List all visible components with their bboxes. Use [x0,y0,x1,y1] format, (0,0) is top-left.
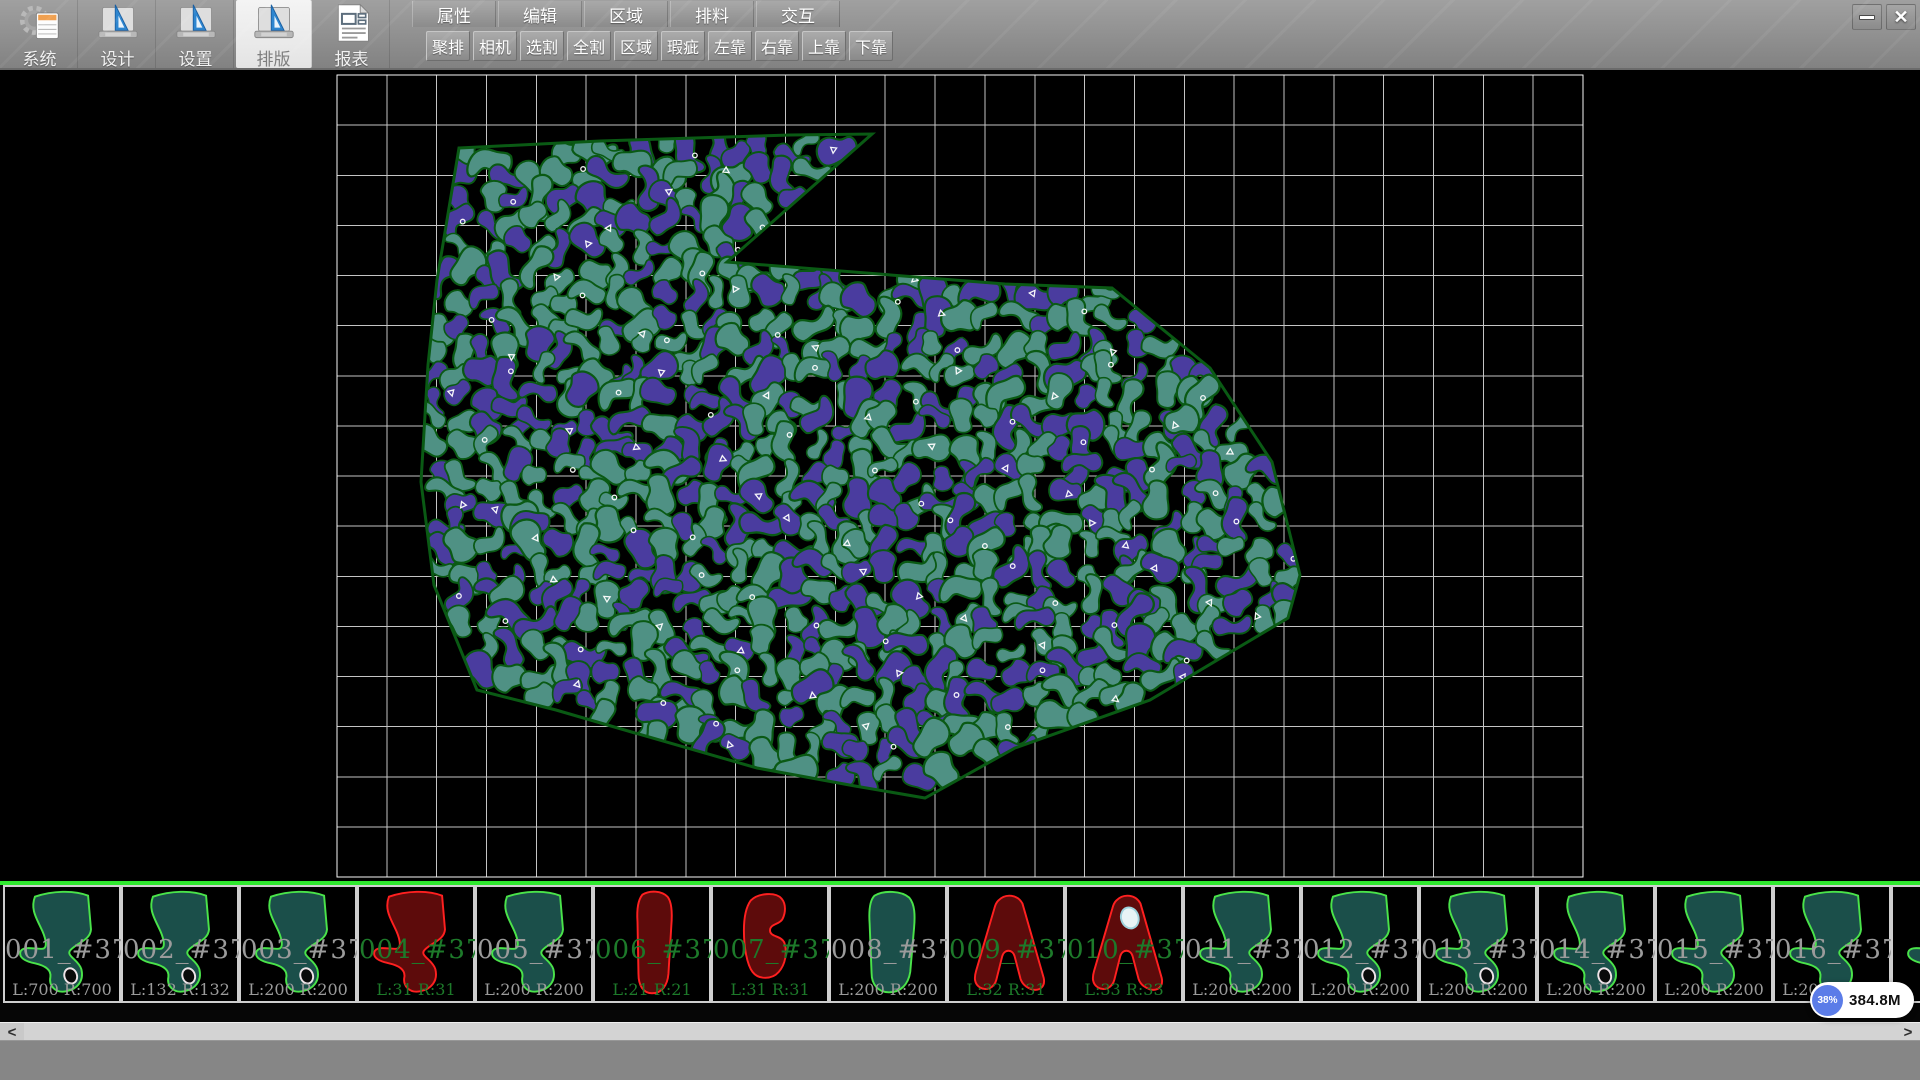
nesting-ruler-icon [251,2,297,44]
close-icon: ✕ [1893,8,1908,26]
menu-item-region[interactable]: 区域 [584,1,668,27]
piece-lr-count-label: L:200 R:200 [1539,980,1653,999]
piece-id-label: 008_#37 [831,935,945,965]
menu-item-nest[interactable]: 排料 [670,1,754,27]
tool-button-cut-all[interactable]: 全割 [567,31,611,61]
thumbnail-cell[interactable]: 010_#37 L:33 R:33 [1065,885,1183,1003]
scroll-right-arrow-icon[interactable]: > [1896,1023,1920,1041]
tool-button-cluster-nest[interactable]: 聚排 [426,31,470,61]
design-ruler-icon [95,2,141,44]
progress-badge[interactable]: 38% 384.8M [1810,982,1914,1018]
piece-thumbnail-strip: 001_#37 L:700 R:700002_#37 L:132 R:132003_… [0,885,1920,1022]
minimize-button[interactable] [1852,4,1882,30]
piece-lr-count-label: L:700 R:700 [5,980,119,999]
big-button-label: 排版 [257,45,291,70]
toolbar: 系统设计设置排版报表 属性编辑区域排料交互 聚排相机选割全割区域瑕疵左靠右靠上靠… [0,0,1920,70]
big-button-nesting[interactable]: 排版 [236,0,312,68]
piece-lr-count-label: L:200 R:200 [1185,980,1299,999]
big-button-label: 报表 [335,45,369,70]
thumbnail-cell[interactable]: 012_#37 L:200 R:200 [1301,885,1419,1003]
big-button-label: 设计 [101,45,135,70]
piece-id-label: 005_#37 [477,935,591,965]
thumbnail-cell[interactable]: 008_#37 L:200 R:200 [829,885,947,1003]
piece-id-label: 010_#37 [1067,935,1181,965]
piece-lr-count-label: L:200 R:200 [241,980,355,999]
main-tab-bar: 系统 设计 设置 排版 报表 [2,0,392,68]
big-button-design[interactable]: 设计 [80,0,156,68]
thumbnail-cell[interactable]: 014_#37 L:200 R:200 [1537,885,1655,1003]
big-button-system[interactable]: 系统 [2,0,78,68]
piece-lr-count-label: L:200 R:200 [1303,980,1417,999]
tool-button-snap-up[interactable]: 上靠 [802,31,846,61]
tool-button-select-cut[interactable]: 选割 [520,31,564,61]
thumbnail-cell[interactable]: 002_#37 L:132 R:132 [121,885,239,1003]
piece-lr-count-label: L:31 R:31 [359,980,473,999]
piece-lr-count-label: L:200 R:200 [831,980,945,999]
big-button-settings[interactable]: 设置 [158,0,234,68]
piece-id-label: 015_#37 [1657,935,1771,965]
big-button-label: 系统 [23,45,57,70]
big-button-label: 设置 [179,45,213,70]
progress-percent: 38% [1812,985,1843,1016]
piece-id-label: 002_#37 [123,935,237,965]
thumbnail-cell[interactable]: 006_#37 L:21 R:21 [593,885,711,1003]
tool-button-camera[interactable]: 相机 [473,31,517,61]
nesting-canvas[interactable] [0,70,1920,881]
piece-id-label: 004_#37 [359,935,473,965]
close-button[interactable]: ✕ [1886,4,1916,30]
piece-lr-count-label: L:33 R:33 [1067,980,1181,999]
piece-id-label: 016_#37 [1775,935,1889,965]
tool-button-snap-left[interactable]: 左靠 [708,31,752,61]
thumbnail-cell[interactable]: 009_#37 L:32 R:31 [947,885,1065,1003]
minimize-icon [1859,15,1875,20]
piece-id-label: 011_#37 [1185,935,1299,965]
piece-lr-count-label: L:200 R:200 [1421,980,1535,999]
thumbnail-cell[interactable]: 003_#37 L:200 R:200 [239,885,357,1003]
tool-bar: 聚排相机选割全割区域瑕疵左靠右靠上靠下靠 [426,31,896,61]
menu-item-attributes[interactable]: 属性 [412,1,496,27]
thumbnail-cell[interactable]: 011_#37 L:200 R:200 [1183,885,1301,1003]
system-gear-icon [17,2,63,44]
piece-lr-count-label: L:31 R:31 [713,980,827,999]
menu-item-interact[interactable]: 交互 [756,1,840,27]
thumbnail-cell[interactable]: 001_#37 L:700 R:700 [3,885,121,1003]
big-button-report[interactable]: 报表 [314,0,390,68]
piece-lr-count-label: L:200 R:200 [1657,980,1771,999]
thumbnail-cell[interactable]: 005_#37 L:200 R:200 [475,885,593,1003]
tool-button-snap-down[interactable]: 下靠 [849,31,893,61]
piece-id-label: 009_#37 [949,935,1063,965]
status-bar [0,1040,1920,1080]
horizontal-scrollbar[interactable]: < > [0,1022,1920,1040]
tool-button-snap-right[interactable]: 右靠 [755,31,799,61]
piece-lr-count-label: L:32 R:31 [949,980,1063,999]
tool-button-defect[interactable]: 瑕疵 [661,31,705,61]
piece-id-label: 013_#37 [1421,935,1535,965]
thumbnail-cell[interactable]: 007_#37 L:31 R:31 [711,885,829,1003]
thumbnail-cell[interactable]: 015_#37 L:200 R:200 [1655,885,1773,1003]
settings-ruler-icon [173,2,219,44]
menu-item-edit[interactable]: 编辑 [498,1,582,27]
window-controls: ✕ [1852,4,1916,30]
piece-id-label: 007_#37 [713,935,827,965]
piece-id-label: 003_#37 [241,935,355,965]
piece-id-label: 001_#37 [5,935,119,965]
thumbnail-cell[interactable]: 004_#37 L:31 R:31 [357,885,475,1003]
menu-bar: 属性编辑区域排料交互 [412,1,842,27]
app-window: 系统设计设置排版报表 属性编辑区域排料交互 聚排相机选割全割区域瑕疵左靠右靠上靠… [0,0,1920,1080]
scroll-left-arrow-icon[interactable]: < [0,1023,24,1041]
piece-id-label: 014_#37 [1539,935,1653,965]
report-icon [329,2,375,44]
piece-lr-count-label: L:132 R:132 [123,980,237,999]
hide-nesting-view [0,70,1920,881]
tool-button-region[interactable]: 区域 [614,31,658,61]
thumbnail-cell[interactable]: 013_#37 L:200 R:200 [1419,885,1537,1003]
memory-value: 384.8M [1849,992,1901,1009]
piece-lr-count-label: L:21 R:21 [595,980,709,999]
piece-id-label: 006_#37 [595,935,709,965]
piece-lr-count-label: L:200 R:200 [477,980,591,999]
piece-id-label: 012_#37 [1303,935,1417,965]
